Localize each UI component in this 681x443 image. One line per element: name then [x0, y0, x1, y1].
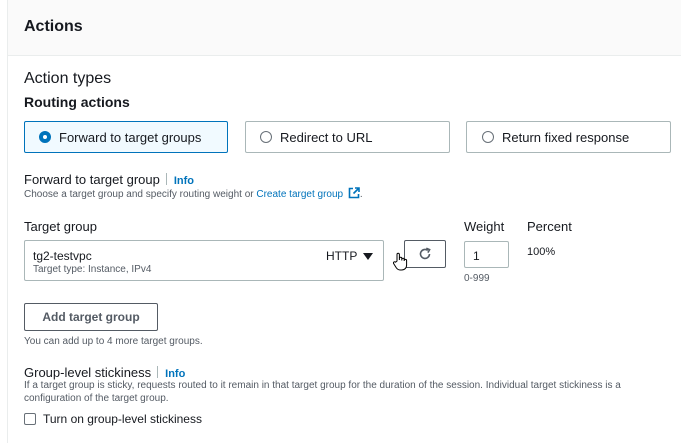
forward-description: Choose a target group and specify routin… [24, 187, 363, 200]
weight-input[interactable]: 1 [464, 241, 509, 268]
weight-header: Weight [464, 219, 505, 234]
hand-cursor-icon [393, 252, 408, 271]
radio-unselected-icon [482, 131, 494, 143]
forward-description-text: Choose a target group and specify routin… [24, 189, 257, 200]
radio-unselected-icon [260, 131, 272, 143]
forward-info-link[interactable]: Info [174, 175, 194, 187]
stickiness-checkbox-label: Turn on group-level stickiness [43, 412, 202, 426]
weight-hint: 0-999 [464, 273, 490, 284]
section-title: Actions [24, 18, 83, 35]
add-target-group-button[interactable]: Add target group [24, 303, 158, 331]
option-label: Return fixed response [502, 129, 630, 145]
stickiness-label: Group-level stickiness [24, 365, 152, 380]
target-group-type: Target type: Instance, IPv4 [33, 264, 152, 275]
action-types-heading: Action types [24, 70, 112, 87]
stickiness-description-line2: configuration of the target group. [24, 393, 169, 404]
stickiness-checkbox[interactable] [24, 413, 36, 425]
target-group-select[interactable]: tg2-testvpc Target type: Instance, IPv4 … [24, 240, 384, 281]
target-group-name: tg2-testvpc [33, 249, 92, 263]
option-redirect-to-url[interactable]: Redirect to URL [245, 121, 450, 153]
refresh-button[interactable] [404, 240, 446, 268]
percent-value: 100% [527, 246, 556, 258]
stickiness-description-line1: If a target group is sticky, requests ro… [24, 380, 621, 391]
option-label: Forward to target groups [59, 129, 202, 145]
caret-down-icon [363, 253, 373, 260]
option-return-fixed-response[interactable]: Return fixed response [466, 121, 671, 153]
create-target-group-link[interactable]: Create target group [256, 189, 343, 200]
add-target-group-hint: You can add up to 4 more target groups. [24, 336, 203, 347]
option-label: Redirect to URL [280, 129, 373, 145]
routing-actions-label: Routing actions [24, 94, 130, 110]
radio-selected-icon [39, 131, 51, 143]
target-group-protocol: HTTP [326, 249, 358, 263]
external-link-icon[interactable] [348, 187, 360, 199]
option-forward-to-target-groups[interactable]: Forward to target groups [24, 121, 228, 153]
forward-label: Forward to target group [24, 172, 160, 187]
target-group-header: Target group [24, 219, 97, 234]
refresh-icon [419, 247, 431, 260]
forward-description-period: . [359, 189, 363, 200]
percent-header: Percent [527, 219, 572, 234]
stickiness-info-link[interactable]: Info [165, 368, 185, 380]
